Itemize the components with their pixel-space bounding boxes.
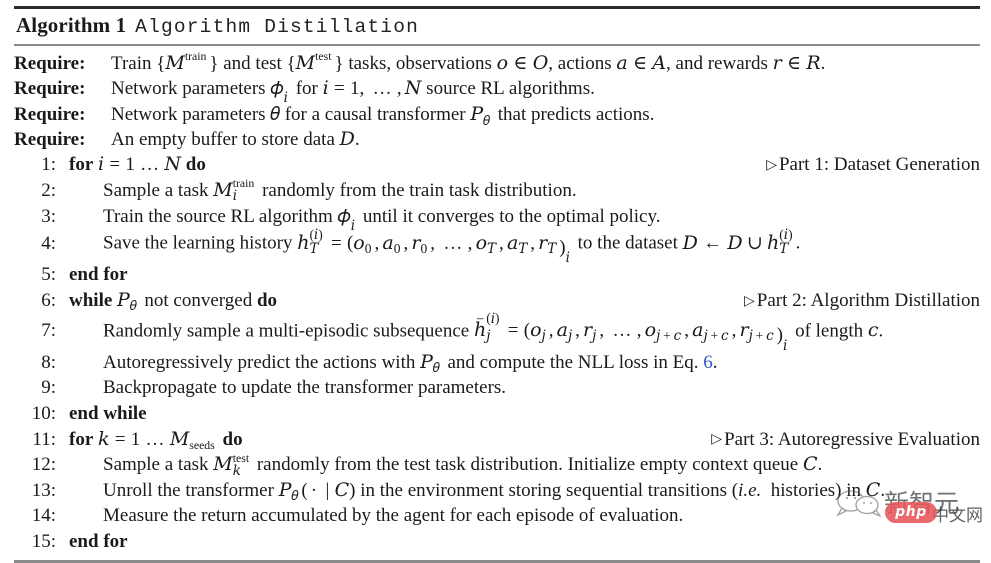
line-content: Sample a task Mi train randomly from the … <box>103 177 577 204</box>
line-number: 11: <box>32 428 56 450</box>
algorithm-line: 15: end for <box>14 529 980 555</box>
keyword-for: for <box>69 154 94 176</box>
keyword-do: do <box>185 154 206 176</box>
require-line-3: Require: Network parameters θ for a caus… <box>14 102 980 127</box>
line-content: while Pθ not converged do ▷ Part 2: Algor… <box>69 288 980 314</box>
line-number: 10: <box>31 403 56 425</box>
algorithm-line: 7: Randomly sample a multi-episodic subs… <box>14 310 980 353</box>
algorithm-line: 6: while Pθ not converged do ▷ Part 2: Al… <box>14 288 980 314</box>
section-comment-part3: ▷ Part 3: Autoregressive Evaluation <box>711 427 980 453</box>
keyword-for: for <box>69 428 94 450</box>
line-content: Randomly sample a multi-episodic subsequ… <box>103 310 884 353</box>
wechat-bubbles-icon <box>836 490 882 518</box>
equation-reference-link[interactable]: 6 <box>703 352 713 373</box>
comment-text: Part 3: Autoregressive Evaluation <box>724 428 980 450</box>
algorithm-body: Require: Train {Mtrain} and test {Mtest}… <box>14 46 980 558</box>
keyword-do: do <box>222 428 243 450</box>
line-number: 8: <box>41 351 56 373</box>
line-content: end for <box>69 531 128 553</box>
line-number: 12: <box>31 454 56 476</box>
line-number: 3: <box>41 205 56 227</box>
line-content: Save the learning history h T(i) =(o 0, a 0, r… <box>103 227 801 266</box>
ie-abbreviation: i.e. <box>738 479 762 501</box>
algorithm-line: 4: Save the learning history h T(i) =(o 0, a… <box>14 227 980 266</box>
require-keyword: Require: <box>14 53 86 74</box>
require-text: An empty buffer to store data D. <box>111 129 360 151</box>
line-content: for k = 1… Mseeds do ▷ Part 3: Autoregressiv… <box>69 427 980 453</box>
keyword-do: do <box>256 290 278 311</box>
line-number: 6: <box>41 290 56 311</box>
line-number: 5: <box>41 264 56 286</box>
section-comment-part1: ▷ Part 1: Dataset Generation <box>766 152 980 178</box>
require-line-4: Require: An empty buffer to store data D… <box>14 127 980 152</box>
line-content: for i = 1… N do ▷ Part 1: Dataset Generation <box>62 152 980 178</box>
line-content: Autoregressively predict the actions wit… <box>103 351 718 376</box>
require-line-1: Require: Train {Mtrain} and test {Mtest}… <box>14 50 980 78</box>
comment-text: Part 1: Dataset Generation <box>778 154 980 176</box>
require-keyword: Require: <box>14 104 86 126</box>
triangle-marker-icon: ▷ <box>711 432 723 448</box>
algorithm-line: 5: end for <box>14 262 980 288</box>
algorithm-line: 8: Autoregressively predict the actions … <box>14 350 980 376</box>
algorithm-line: 9: Backpropagate to update the transform… <box>14 375 980 401</box>
algorithm-block: Algorithm 1 Algorithm Distillation Requi… <box>14 6 980 563</box>
line-content: end while <box>69 403 147 425</box>
line-content: Backpropagate to update the transformer … <box>103 377 507 399</box>
algorithm-name: Algorithm Distillation <box>135 16 420 38</box>
line-number: 4: <box>41 232 56 254</box>
line-number: 7: <box>41 320 56 342</box>
algorithm-line: 12: Sample a task Mk test randomly from t… <box>14 452 980 478</box>
algorithm-line: 11: for k = 1… Mseeds do ▷ Part 3: Autoregre… <box>14 427 980 453</box>
php-badge: php <box>885 502 937 523</box>
line-number: 14: <box>31 505 56 527</box>
watermark: 新智元 中文网 php <box>836 484 986 528</box>
algorithm-line: 10: end while <box>14 401 980 427</box>
algorithm-line: 2: Sample a task Mi train randomly from t… <box>14 177 980 204</box>
line-number: 2: <box>41 179 56 201</box>
watermark-site-text: 中文网 <box>932 506 983 526</box>
line-content: Train the source RL algorithm ϕi until i… <box>103 205 661 233</box>
require-keyword: Require: <box>14 78 86 99</box>
triangle-marker-icon: ▷ <box>743 293 755 309</box>
line-number: 13: <box>31 479 56 501</box>
require-text: Train {Mtrain} and test {Mtest} tasks, o… <box>111 50 826 78</box>
section-comment-part2: ▷ Part 2: Algorithm Distillation <box>744 288 980 314</box>
triangle-marker-icon: ▷ <box>766 158 777 174</box>
algorithm-line: 1: for i = 1… N do ▷ Part 1: Dataset Generat… <box>14 152 980 178</box>
rule-bottom <box>14 559 980 563</box>
require-text: Network parameters θ for a causal transf… <box>111 104 655 128</box>
require-line-2: Require: Network parameters ϕi for i = 1,…… <box>14 76 980 106</box>
line-content: Sample a task Mk test randomly from the t… <box>103 451 823 478</box>
algorithm-title: Algorithm 1 Algorithm Distillation <box>14 9 980 43</box>
algorithm-number-label: Algorithm 1 <box>16 13 127 37</box>
require-keyword: Require: <box>14 129 86 151</box>
comment-text: Part 2: Algorithm Distillation <box>756 290 980 311</box>
line-number: 1: <box>41 154 56 176</box>
line-number: 9: <box>41 377 56 399</box>
require-text: Network parameters ϕi for i = 1,…, N source… <box>111 78 595 106</box>
line-content: end for <box>69 264 128 286</box>
algorithm-line: 3: Train the source RL algorithm ϕi unti… <box>14 204 980 233</box>
keyword-while: while <box>69 290 113 311</box>
line-number: 15: <box>31 531 56 553</box>
